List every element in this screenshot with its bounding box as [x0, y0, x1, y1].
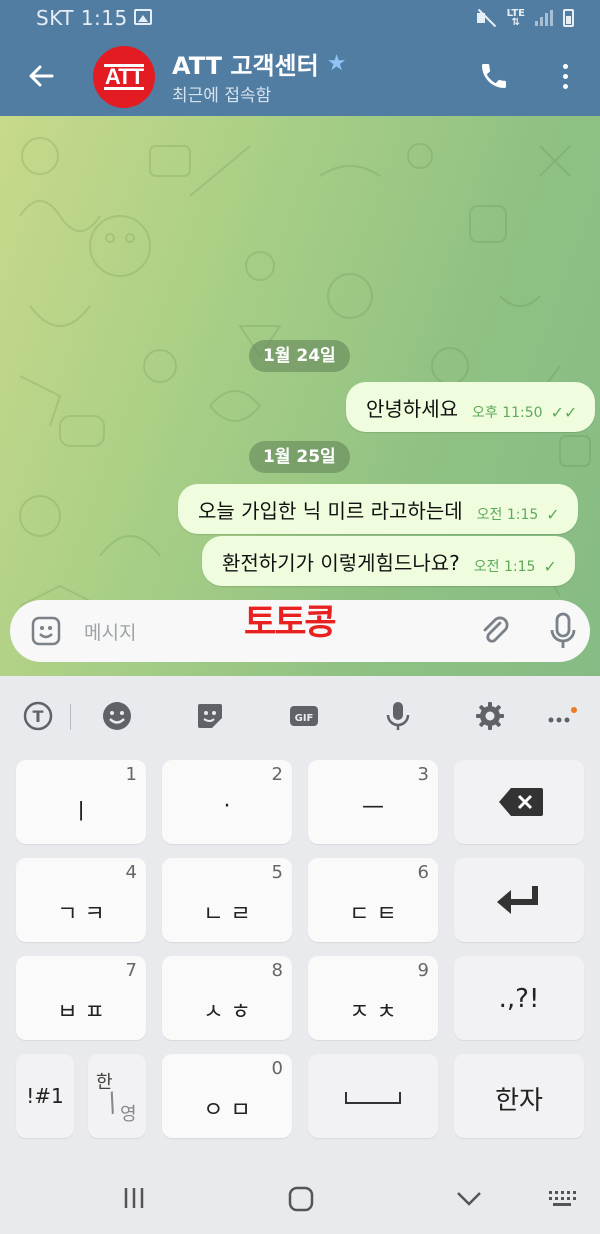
message-time: 오전 1:15: [473, 559, 536, 575]
gif-icon[interactable]: GIF: [288, 700, 320, 732]
outgoing-message[interactable]: 안녕하세요 오후 11:50 ✓✓: [346, 382, 596, 432]
message-meta: 오후 11:50 ✓✓: [472, 392, 577, 422]
date-separator: 1월 24일: [249, 340, 350, 372]
key-1[interactable]: 1 ㅣ: [16, 760, 146, 844]
read-check-icon: ✓✓: [550, 402, 578, 422]
signal-icon: [535, 10, 553, 26]
sticker-icon[interactable]: [30, 615, 62, 647]
keyboard-toolbar: T GIF: [0, 676, 600, 756]
status-icons: LTE ⇅: [475, 6, 574, 30]
key-0[interactable]: 0 ㅇ ㅁ: [162, 1054, 292, 1138]
key-6[interactable]: 6 ㄷ ㅌ: [308, 858, 438, 942]
key-3[interactable]: 3 —: [308, 760, 438, 844]
key-9[interactable]: 9 ㅈ ㅊ: [308, 956, 438, 1040]
sent-check-icon: ✓: [543, 556, 557, 576]
punctuation-key[interactable]: .,?!: [454, 956, 584, 1040]
back-chevron-icon[interactable]: [456, 1190, 482, 1212]
phone-icon[interactable]: [478, 60, 510, 92]
gallery-notification-icon: [134, 9, 152, 25]
system-navigation-bar: [0, 1156, 600, 1234]
key-2[interactable]: 2 ·: [162, 760, 292, 844]
toolbar-divider: [70, 704, 71, 730]
keyboard-hide-icon[interactable]: [548, 1190, 576, 1212]
key-4[interactable]: 4 ㄱ ㅋ: [16, 858, 146, 942]
watermark-text: 토토콩: [244, 603, 337, 643]
home-icon[interactable]: [288, 1186, 314, 1216]
message-time: 오후 11:50: [472, 405, 543, 421]
message-text: 환전하기가 이렇게힘드나요?: [222, 550, 460, 575]
svg-text:T: T: [33, 707, 44, 726]
language-switch-key[interactable]: 한 / 영: [88, 1054, 146, 1138]
backspace-key[interactable]: [454, 760, 584, 844]
last-seen-status: 최근에 접속함: [172, 86, 272, 106]
space-icon: [345, 1092, 401, 1104]
settings-gear-icon[interactable]: [474, 700, 506, 732]
message-input[interactable]: 메시지: [84, 618, 136, 645]
voice-input-icon[interactable]: [382, 700, 414, 732]
attach-icon[interactable]: [478, 614, 512, 648]
sticker-icon[interactable]: [194, 700, 226, 732]
message-text: 오늘 가입한 닉 미르 라고하는데: [198, 498, 463, 523]
backspace-icon: [499, 788, 543, 816]
battery-icon: [563, 9, 574, 27]
enter-key[interactable]: [454, 858, 584, 942]
text-mode-toggle-icon[interactable]: T: [22, 700, 54, 732]
sent-check-icon: ✓: [546, 504, 560, 524]
space-key[interactable]: [308, 1054, 438, 1138]
carrier-time: SKT 1:15: [36, 6, 128, 30]
chat-title[interactable]: ATT 고객센터 ★: [172, 46, 346, 81]
more-options-icon[interactable]: [546, 700, 578, 732]
date-separator: 1월 25일: [249, 441, 350, 473]
message-time: 오전 1:15: [476, 507, 539, 523]
key-8[interactable]: 8 ㅅ ㅎ: [162, 956, 292, 1040]
microphone-icon[interactable]: [550, 612, 576, 650]
network-type: LTE ⇅: [506, 8, 525, 28]
back-arrow-icon[interactable]: [22, 56, 62, 96]
enter-icon: [497, 886, 538, 914]
chat-name: ATT 고객센터: [172, 52, 319, 80]
keyboard: T GIF 1 ㅣ 2 · 3 — 4 ㄱ ㅋ 5 ㄴ ㄹ 6 ㄷ ㅌ 7 ㅂ …: [0, 676, 600, 1156]
star-icon: ★: [326, 51, 347, 76]
message-meta: 오전 1:15 ✓: [474, 546, 557, 576]
outgoing-message[interactable]: 환전하기가 이렇게힘드나요? 오전 1:15 ✓: [202, 536, 575, 586]
svg-text:GIF: GIF: [295, 713, 314, 724]
mute-icon: [475, 8, 497, 28]
chat-area[interactable]: 1월 24일 안녕하세요 오후 11:50 ✓✓ 1월 25일 오늘 가입한 닉…: [0, 116, 600, 676]
symbols-key[interactable]: !#1: [16, 1054, 74, 1138]
message-meta: 오전 1:15 ✓: [477, 494, 560, 524]
status-bar: SKT 1:15 LTE ⇅: [0, 0, 600, 36]
key-5[interactable]: 5 ㄴ ㄹ: [162, 858, 292, 942]
hanja-key[interactable]: 한자: [454, 1054, 584, 1138]
avatar[interactable]: ATT: [93, 46, 155, 108]
key-7[interactable]: 7 ㅂ ㅍ: [16, 956, 146, 1040]
more-vertical-icon[interactable]: [550, 58, 580, 94]
chat-header: ATT ATT 고객센터 ★ 최근에 접속함: [0, 36, 600, 116]
recent-apps-icon[interactable]: [122, 1186, 146, 1214]
outgoing-message[interactable]: 오늘 가입한 닉 미르 라고하는데 오전 1:15 ✓: [178, 484, 578, 534]
emoji-icon[interactable]: [101, 700, 133, 732]
message-text: 안녕하세요: [366, 396, 458, 421]
